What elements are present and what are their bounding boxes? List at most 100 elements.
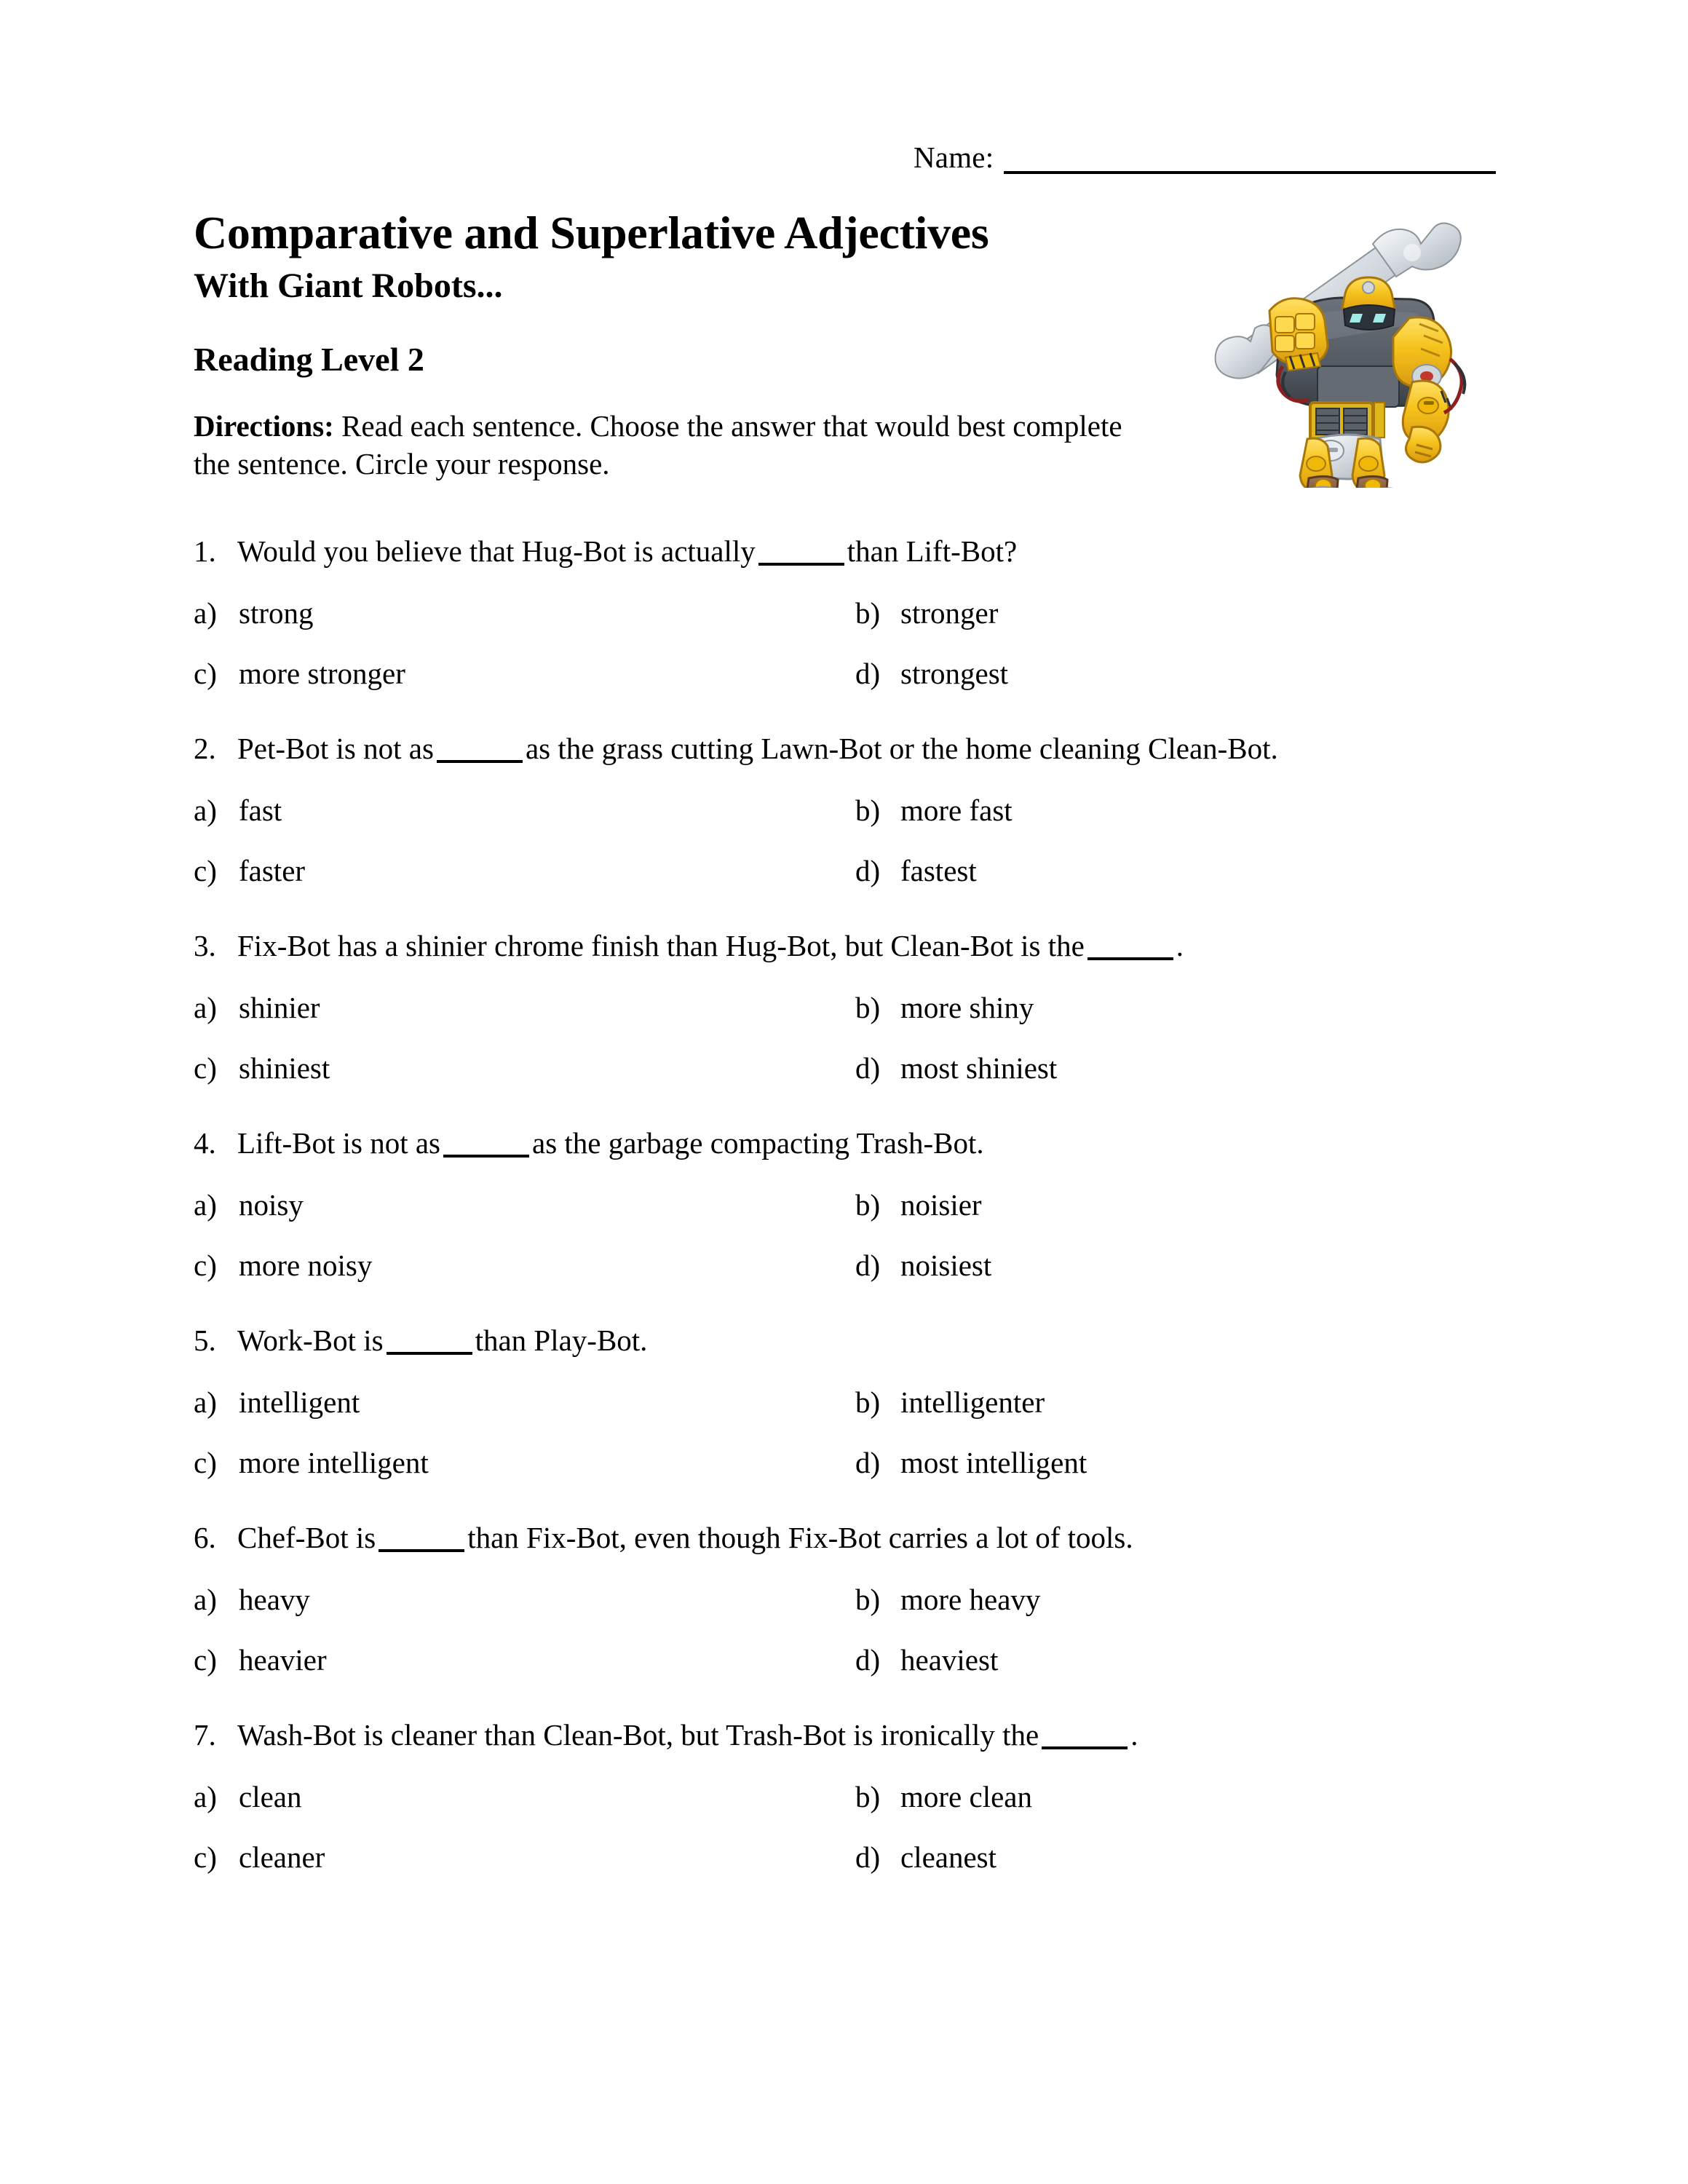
question-text: 4. Lift-Bot is not as as the garbage compa… [194,1126,984,1160]
option-label: d) [855,1249,881,1282]
option-text: strong [239,596,314,630]
option-a[interactable]: a) clean [194,1780,302,1813]
option-text: strongest [900,657,1009,690]
question-text-before: Chef-Bot is [237,1521,376,1554]
question-text: 2. Pet-Bot is not as as the grass cutting … [194,732,1278,765]
reading-level-label: Reading Level 2 [194,341,424,378]
answer-blank[interactable] [758,541,844,566]
question-text: 7. Wash-Bot is cleaner than Clean-Bot, bu… [194,1718,1138,1752]
option-label: d) [855,1051,881,1085]
option-d[interactable]: d) cleanest [855,1840,996,1874]
option-text: cleaner [239,1840,325,1874]
option-d[interactable]: d) most intelligent [855,1446,1087,1479]
option-text: shiniest [239,1051,330,1085]
option-c[interactable]: c) faster [194,854,305,887]
option-text: fastest [900,854,977,887]
question-text-before: Would you believe that Hug-Bot is actual… [237,534,756,568]
page-title: Comparative and Superlative Adjectives [194,207,989,258]
option-c[interactable]: c) more intelligent [194,1446,429,1479]
option-text: more noisy [239,1249,373,1282]
question-text-after: as the grass cutting Lawn-Bot or the hom… [525,732,1278,765]
question-text-after: than Play-Bot. [475,1324,648,1357]
option-label: a) [194,1385,217,1419]
option-a[interactable]: a) noisy [194,1188,304,1222]
question-text-after: than Fix-Bot, even though Fix-Bot carrie… [467,1521,1133,1554]
option-d[interactable]: d) most shiniest [855,1051,1057,1085]
option-label: c) [194,657,217,690]
option-text: noisier [900,1188,982,1222]
option-b[interactable]: b) intelligenter [855,1385,1045,1419]
question-text-before: Lift-Bot is not as [237,1126,441,1160]
option-a[interactable]: a) strong [194,596,314,630]
option-d[interactable]: d) strongest [855,657,1008,690]
option-c[interactable]: c) more noisy [194,1249,372,1282]
answer-blank[interactable] [443,1133,530,1158]
question-text-before: Fix-Bot has a shinier chrome finish than… [237,929,1085,962]
question-text: 5. Work-Bot is than Play-Bot. [194,1324,647,1357]
question-number: 3. [194,929,216,962]
option-text: more stronger [239,657,405,690]
option-a[interactable]: a) shinier [194,991,320,1024]
answer-blank[interactable] [1042,1725,1128,1749]
question-number: 6. [194,1521,216,1554]
option-b[interactable]: b) stronger [855,596,999,630]
option-label: c) [194,1446,217,1479]
page-subtitle: With Giant Robots... [194,266,503,305]
question-number: 1. [194,534,216,568]
giant-robot-icon [1194,207,1485,488]
option-c[interactable]: c) more stronger [194,657,405,690]
option-c[interactable]: c) shiniest [194,1051,330,1085]
question-text-before: Wash-Bot is cleaner than Clean-Bot, but … [237,1718,1039,1752]
option-c[interactable]: c) heavier [194,1643,327,1677]
option-b[interactable]: b) more clean [855,1780,1032,1813]
option-d[interactable]: d) fastest [855,854,977,887]
option-label: b) [855,1583,881,1616]
option-text: intelligenter [900,1385,1045,1419]
option-label: a) [194,1583,217,1616]
option-label: d) [855,1446,881,1479]
option-text: heavier [239,1643,327,1677]
question-number: 7. [194,1718,216,1752]
option-a[interactable]: a) heavy [194,1583,310,1616]
option-text: fast [239,794,282,827]
option-text: clean [239,1780,302,1813]
option-c[interactable]: c) cleaner [194,1840,325,1874]
name-label: Name: [914,141,994,174]
option-text: stronger [900,596,999,630]
option-label: a) [194,1780,217,1813]
question-number: 4. [194,1126,216,1160]
option-text: noisiest [900,1249,992,1282]
directions-label: Directions: [194,409,334,443]
option-a[interactable]: a) fast [194,794,282,827]
option-label: b) [855,596,881,630]
question-text-after: than Lift-Bot? [847,534,1018,568]
answer-blank[interactable] [379,1527,465,1552]
answer-blank[interactable] [1087,935,1173,960]
option-a[interactable]: a) intelligent [194,1385,360,1419]
name-field-row: Name: [914,143,1496,175]
option-text: heaviest [900,1643,999,1677]
option-d[interactable]: d) heaviest [855,1643,999,1677]
option-label: b) [855,1385,881,1419]
answer-blank[interactable] [386,1330,472,1355]
option-b[interactable]: b) more shiny [855,991,1034,1024]
option-text: intelligent [239,1385,360,1419]
question-text-before: Pet-Bot is not as [237,732,434,765]
option-b[interactable]: b) noisier [855,1188,982,1222]
option-label: a) [194,794,217,827]
option-text: shinier [239,991,320,1024]
option-d[interactable]: d) noisiest [855,1249,991,1282]
question-text-after: as the garbage compacting Trash-Bot. [532,1126,984,1160]
option-label: b) [855,1780,881,1813]
option-text: heavy [239,1583,310,1616]
question-number: 2. [194,732,216,765]
option-label: d) [855,854,881,887]
answer-blank[interactable] [436,738,523,763]
option-b[interactable]: b) more heavy [855,1583,1040,1616]
option-b[interactable]: b) more fast [855,794,1013,827]
name-input-line[interactable] [1004,171,1496,174]
option-label: b) [855,991,881,1024]
question-text: 1. Would you believe that Hug-Bot is actu… [194,534,1018,568]
option-label: c) [194,1051,217,1085]
directions-paragraph: Directions: Read each sentence. Choose t… [194,408,1133,483]
